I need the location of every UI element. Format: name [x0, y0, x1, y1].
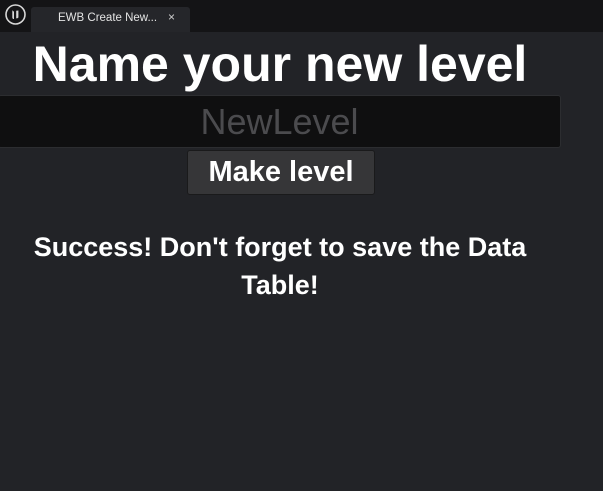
- tab-label: EWB Create New...: [58, 12, 158, 24]
- status-message: Success! Don't forget to save the Data T…: [33, 232, 527, 300]
- title-bar: EWB Create New... ×: [0, 0, 603, 32]
- page-title: Name your new level: [32, 36, 528, 92]
- make-level-button[interactable]: Make level: [187, 150, 375, 195]
- tab-ewb-create-new[interactable]: EWB Create New... ×: [31, 7, 190, 32]
- editor-widget-panel: Name your new level Make level Success! …: [0, 32, 603, 491]
- level-name-input[interactable]: [0, 95, 561, 148]
- close-icon[interactable]: ×: [168, 10, 175, 24]
- unreal-engine-logo-icon: [5, 4, 26, 25]
